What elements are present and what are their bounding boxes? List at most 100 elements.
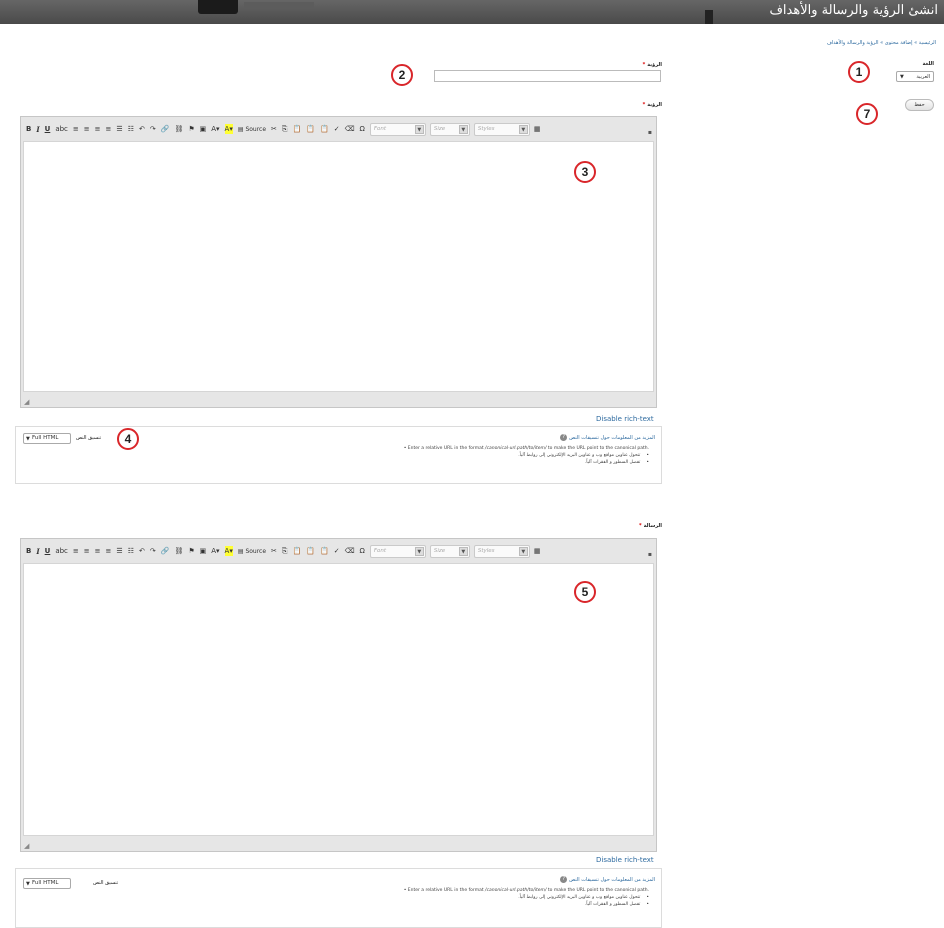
text-format-label: تنسيق النص bbox=[93, 880, 119, 886]
spellcheck-icon[interactable]: ✓ bbox=[334, 124, 340, 134]
paste-word-icon[interactable]: 📋 bbox=[320, 546, 329, 556]
paste-word-icon[interactable]: 📋 bbox=[320, 124, 329, 134]
link-icon[interactable]: 🔗 bbox=[161, 546, 170, 556]
disable-rich-text-link[interactable]: Disable rich-text bbox=[596, 856, 654, 864]
strike-button[interactable]: abc bbox=[55, 124, 68, 134]
cut-icon[interactable]: ✂ bbox=[271, 124, 277, 134]
resize-grip-icon[interactable]: ◢ bbox=[24, 842, 29, 850]
anchor-flag-icon[interactable]: ⚑ bbox=[188, 546, 194, 556]
breadcrumb[interactable]: الرئيسية » إضافة محتوى » الرؤية والرسالة… bbox=[827, 40, 936, 46]
undo-icon[interactable]: ↶ bbox=[139, 546, 145, 556]
special-char-icon[interactable]: Ω bbox=[359, 124, 364, 134]
editor-resize-bar: ◢ bbox=[21, 392, 656, 408]
vision-editor[interactable]: B I U abc ≡ ≡ ≡ ≡ ☰ ☷ ↶ ↷ 🔗 ⛓ ⚑ ▣ A▾ A▾ … bbox=[20, 116, 657, 408]
source-button[interactable]: ▤ Source bbox=[238, 124, 266, 134]
size-combo[interactable]: Size ▼ bbox=[429, 122, 470, 136]
bold-button[interactable]: B bbox=[26, 124, 31, 134]
align-center-icon[interactable]: ≡ bbox=[84, 124, 90, 134]
text-format-select[interactable]: ▼ Full HTML bbox=[23, 433, 71, 444]
italic-button[interactable]: I bbox=[36, 546, 39, 556]
align-right-icon[interactable]: ≡ bbox=[95, 546, 101, 556]
undo-icon[interactable]: ↶ bbox=[139, 124, 145, 134]
save-button[interactable]: حفظ bbox=[905, 99, 934, 111]
chevron-down-icon: ▼ bbox=[900, 74, 904, 80]
spellcheck-icon[interactable]: ✓ bbox=[334, 546, 340, 556]
callout-3: 3 bbox=[574, 161, 596, 183]
copy-icon[interactable]: ⎘ bbox=[282, 546, 288, 556]
anchor-flag-icon[interactable]: ⚑ bbox=[188, 124, 194, 134]
tip-url: Enter a relative URL in the format /cano… bbox=[398, 445, 649, 452]
font-combo[interactable]: Font ▼ bbox=[369, 544, 426, 558]
paste-text-icon[interactable]: 📋 bbox=[306, 124, 315, 134]
text-color-icon[interactable]: A▾ bbox=[211, 124, 219, 134]
tip-lines: تفصل السطور و الفقرات آلياً. bbox=[398, 901, 649, 908]
paste-icon[interactable]: 📋 bbox=[293, 546, 302, 556]
unlink-icon[interactable]: ⛓ bbox=[174, 124, 183, 134]
copy-icon[interactable]: ⎘ bbox=[282, 124, 288, 134]
chevron-down-icon: ▼ bbox=[518, 124, 528, 134]
text-format-select[interactable]: ▼ Full HTML bbox=[23, 878, 71, 889]
remove-format-icon[interactable]: ⌫ bbox=[345, 124, 355, 134]
format-info-link[interactable]: المزيد من المعلومات حول تنسيقات النص ? bbox=[560, 434, 655, 441]
disable-rich-text-link[interactable]: Disable rich-text bbox=[596, 415, 654, 423]
chevron-down-icon: ▼ bbox=[414, 124, 424, 134]
paste-icon[interactable]: 📋 bbox=[293, 124, 302, 134]
numbered-list-icon[interactable]: ☷ bbox=[128, 546, 134, 556]
callout-4: 4 bbox=[117, 428, 139, 450]
language-label: اللغة bbox=[922, 61, 935, 67]
language-select[interactable]: ▼ العربية bbox=[896, 71, 934, 82]
align-left-icon[interactable]: ≡ bbox=[73, 124, 79, 134]
bullet-list-icon[interactable]: ☰ bbox=[116, 546, 122, 556]
format-info-link[interactable]: المزيد من المعلومات حول تنسيقات النص ? bbox=[560, 876, 655, 883]
underline-button[interactable]: U bbox=[45, 546, 51, 556]
redo-icon[interactable]: ↷ bbox=[150, 124, 156, 134]
unlink-icon[interactable]: ⛓ bbox=[174, 546, 183, 556]
italic-button[interactable]: I bbox=[36, 124, 39, 134]
justify-icon[interactable]: ≡ bbox=[106, 546, 112, 556]
image-icon[interactable]: ▣ bbox=[200, 546, 207, 556]
underline-button[interactable]: U bbox=[45, 124, 51, 134]
bold-button[interactable]: B bbox=[26, 546, 31, 556]
remove-format-icon[interactable]: ⌫ bbox=[345, 546, 355, 556]
table-icon[interactable]: ▦ bbox=[534, 124, 541, 134]
align-center-icon[interactable]: ≡ bbox=[84, 546, 90, 556]
mission-edit-area[interactable] bbox=[23, 563, 654, 836]
styles-combo[interactable]: Styles ▼ bbox=[473, 544, 530, 558]
resize-grip-icon[interactable]: ◢ bbox=[24, 398, 29, 406]
mission-label: الرسالة* bbox=[638, 523, 662, 529]
collapse-toolbar-icon[interactable]: ▪ bbox=[648, 551, 652, 558]
text-format-panel: ▼ Full HTML تنسيق النص المزيد من المعلوم… bbox=[15, 868, 662, 928]
mission-editor[interactable]: B I U abc ≡ ≡ ≡ ≡ ☰ ☷ ↶ ↷ 🔗 ⛓ ⚑ ▣ A▾ A▾ … bbox=[20, 538, 657, 852]
numbered-list-icon[interactable]: ☷ bbox=[128, 124, 134, 134]
styles-combo[interactable]: Styles ▼ bbox=[473, 122, 530, 136]
align-right-icon[interactable]: ≡ bbox=[95, 124, 101, 134]
site-name-block bbox=[244, 2, 314, 9]
font-combo[interactable]: Font ▼ bbox=[369, 122, 426, 136]
size-combo[interactable]: Size ▼ bbox=[429, 544, 470, 558]
vision-title-input[interactable] bbox=[434, 70, 661, 82]
site-logo[interactable] bbox=[198, 0, 238, 14]
source-button[interactable]: ▤ Source bbox=[238, 546, 266, 556]
chevron-down-icon: ▼ bbox=[458, 546, 468, 556]
cut-icon[interactable]: ✂ bbox=[271, 546, 277, 556]
bullet-list-icon[interactable]: ☰ bbox=[116, 124, 122, 134]
special-char-icon[interactable]: Ω bbox=[359, 546, 364, 556]
bg-color-icon[interactable]: A▾ bbox=[224, 124, 233, 134]
text-color-icon[interactable]: A▾ bbox=[211, 546, 219, 556]
paste-text-icon[interactable]: 📋 bbox=[306, 546, 315, 556]
justify-icon[interactable]: ≡ bbox=[106, 124, 112, 134]
bg-color-icon[interactable]: A▾ bbox=[224, 546, 233, 556]
help-icon: ? bbox=[560, 434, 568, 441]
editor-toolbar: B I U abc ≡ ≡ ≡ ≡ ☰ ☷ ↶ ↷ 🔗 ⛓ ⚑ ▣ A▾ A▾ … bbox=[21, 539, 656, 563]
align-left-icon[interactable]: ≡ bbox=[73, 546, 79, 556]
strike-button[interactable]: abc bbox=[55, 546, 68, 556]
link-icon[interactable]: 🔗 bbox=[161, 124, 170, 134]
page-title: انشئ الرؤية والرسالة والأهداف bbox=[769, 3, 938, 18]
callout-7: 7 bbox=[856, 103, 878, 125]
redo-icon[interactable]: ↷ bbox=[150, 546, 156, 556]
collapse-toolbar-icon[interactable]: ▪ bbox=[648, 129, 652, 136]
callout-1: 1 bbox=[848, 61, 870, 83]
image-icon[interactable]: ▣ bbox=[200, 124, 207, 134]
vision-edit-area[interactable] bbox=[23, 141, 654, 392]
table-icon[interactable]: ▦ bbox=[534, 546, 541, 556]
